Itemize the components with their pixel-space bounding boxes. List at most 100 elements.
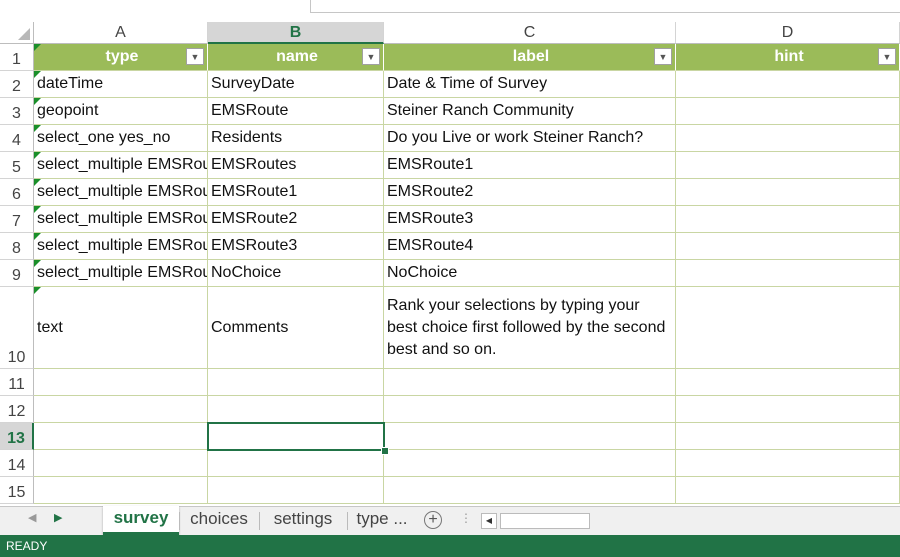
row-header-7[interactable]: 7	[0, 206, 34, 233]
cell-a12[interactable]	[34, 396, 208, 423]
row-number: 11	[8, 376, 25, 393]
cell-b14[interactable]	[208, 450, 384, 477]
column-header-d[interactable]: D	[676, 22, 900, 44]
select-all-corner[interactable]	[0, 22, 34, 44]
row-header-8[interactable]: 8	[0, 233, 34, 260]
cell-a4[interactable]: select_one yes_no	[34, 125, 208, 152]
cell-d7[interactable]	[676, 206, 900, 233]
filter-dropdown-icon[interactable]: ▼	[654, 48, 672, 65]
cell-b3[interactable]: EMSRoute	[208, 98, 384, 125]
cell-c14[interactable]	[384, 450, 676, 477]
error-indicator-icon	[34, 71, 41, 78]
filter-dropdown-icon[interactable]: ▼	[878, 48, 896, 65]
cell-b7[interactable]: EMSRoute2	[208, 206, 384, 233]
column-header-a[interactable]: A	[34, 22, 208, 44]
cell-c12[interactable]	[384, 396, 676, 423]
horizontal-scroll-thumb[interactable]	[500, 513, 590, 529]
cell-b15[interactable]	[208, 477, 384, 504]
cell-a5[interactable]: select_multiple EMSRoutes	[34, 152, 208, 179]
cell-a8[interactable]: select_multiple EMSRoute3	[34, 233, 208, 260]
row-header-11[interactable]: 11	[0, 369, 34, 396]
cell-b5[interactable]: EMSRoutes	[208, 152, 384, 179]
cell-d4[interactable]	[676, 125, 900, 152]
cell-a7[interactable]: select_multiple EMSRoute2	[34, 206, 208, 233]
cell-c5[interactable]: EMSRoute1	[384, 152, 676, 179]
cell-d11[interactable]	[676, 369, 900, 396]
cell-d5[interactable]	[676, 152, 900, 179]
cell-d10[interactable]	[676, 287, 900, 369]
row-header-3[interactable]: 3	[0, 98, 34, 125]
row-header-1[interactable]: 1	[0, 44, 34, 71]
cell-b6[interactable]: EMSRoute1	[208, 179, 384, 206]
sheet-tab-survey[interactable]: survey	[103, 506, 179, 535]
scroll-right-tabs-icon[interactable]: ▶	[54, 511, 62, 524]
cell-b2[interactable]: SurveyDate	[208, 71, 384, 98]
cell-a6[interactable]: select_multiple EMSRoute1	[34, 179, 208, 206]
cell-a10[interactable]: text	[34, 287, 208, 369]
cell-b8[interactable]: EMSRoute3	[208, 233, 384, 260]
tab-split-handle[interactable]: ⋮	[460, 511, 472, 525]
hscroll-left-icon[interactable]: ◀	[481, 513, 497, 529]
header-cell-label[interactable]: label ▼	[384, 44, 676, 71]
row-header-13[interactable]: 13	[0, 423, 34, 450]
cell-c3[interactable]: Steiner Ranch Community	[384, 98, 676, 125]
cell-c11[interactable]	[384, 369, 676, 396]
error-indicator-icon	[34, 233, 41, 240]
cell-d15[interactable]	[676, 477, 900, 504]
row-header-14[interactable]: 14	[0, 450, 34, 477]
row-header-6[interactable]: 6	[0, 179, 34, 206]
cell-a13[interactable]	[34, 423, 208, 450]
header-cell-type[interactable]: type ▼	[34, 44, 208, 71]
column-header-b[interactable]: B	[208, 22, 384, 44]
filter-dropdown-icon[interactable]: ▼	[186, 48, 204, 65]
error-indicator-icon	[34, 179, 41, 186]
scroll-left-tabs-icon[interactable]: ◀	[28, 511, 36, 524]
cell-a11[interactable]	[34, 369, 208, 396]
cell-d2[interactable]	[676, 71, 900, 98]
column-header-c[interactable]: C	[384, 22, 676, 44]
cell-c8[interactable]: EMSRoute4	[384, 233, 676, 260]
cell-d9[interactable]	[676, 260, 900, 287]
cell-c7[interactable]: EMSRoute3	[384, 206, 676, 233]
cell-c13[interactable]	[384, 423, 676, 450]
cell-a9[interactable]: select_multiple EMSRoutes	[34, 260, 208, 287]
cell-c10[interactable]: Rank your selections by typing your best…	[384, 287, 676, 369]
cell-a14[interactable]	[34, 450, 208, 477]
cell-d6[interactable]	[676, 179, 900, 206]
cell-b9[interactable]: NoChoice	[208, 260, 384, 287]
cell-a15[interactable]	[34, 477, 208, 504]
cell-d8[interactable]	[676, 233, 900, 260]
sheet-tab-settings[interactable]: settings	[260, 507, 346, 533]
cell-c2[interactable]: Date & Time of Survey	[384, 71, 676, 98]
formula-bar[interactable]	[310, 0, 900, 13]
cell-a2[interactable]: dateTime	[34, 71, 208, 98]
cell-b4[interactable]: Residents	[208, 125, 384, 152]
cell-d3[interactable]	[676, 98, 900, 125]
cell-b12[interactable]	[208, 396, 384, 423]
filter-dropdown-icon[interactable]: ▼	[362, 48, 380, 65]
header-cell-hint[interactable]: hint ▼	[676, 44, 900, 71]
row-header-5[interactable]: 5	[0, 152, 34, 179]
row-header-12[interactable]: 12	[0, 396, 34, 423]
sheet-tab-choices[interactable]: choices	[180, 507, 258, 533]
header-cell-name[interactable]: name ▼	[208, 44, 384, 71]
add-sheet-button[interactable]: +	[424, 511, 442, 529]
cell-d13[interactable]	[676, 423, 900, 450]
cell-value: Date & Time of Survey	[387, 75, 548, 92]
cell-b11[interactable]	[208, 369, 384, 396]
fill-handle[interactable]	[381, 447, 389, 455]
cell-d14[interactable]	[676, 450, 900, 477]
row-header-4[interactable]: 4	[0, 125, 34, 152]
row-header-9[interactable]: 9	[0, 260, 34, 287]
cell-b10[interactable]: Comments	[208, 287, 384, 369]
cell-a3[interactable]: geopoint	[34, 98, 208, 125]
cell-d12[interactable]	[676, 396, 900, 423]
cell-c9[interactable]: NoChoice	[384, 260, 676, 287]
cell-c6[interactable]: EMSRoute2	[384, 179, 676, 206]
row-header-10[interactable]: 10	[0, 287, 34, 369]
row-header-15[interactable]: 15	[0, 477, 34, 504]
cell-c4[interactable]: Do you Live or work Steiner Ranch?	[384, 125, 676, 152]
cell-c15[interactable]	[384, 477, 676, 504]
row-header-2[interactable]: 2	[0, 71, 34, 98]
sheet-tab-type[interactable]: type ...	[348, 507, 416, 533]
